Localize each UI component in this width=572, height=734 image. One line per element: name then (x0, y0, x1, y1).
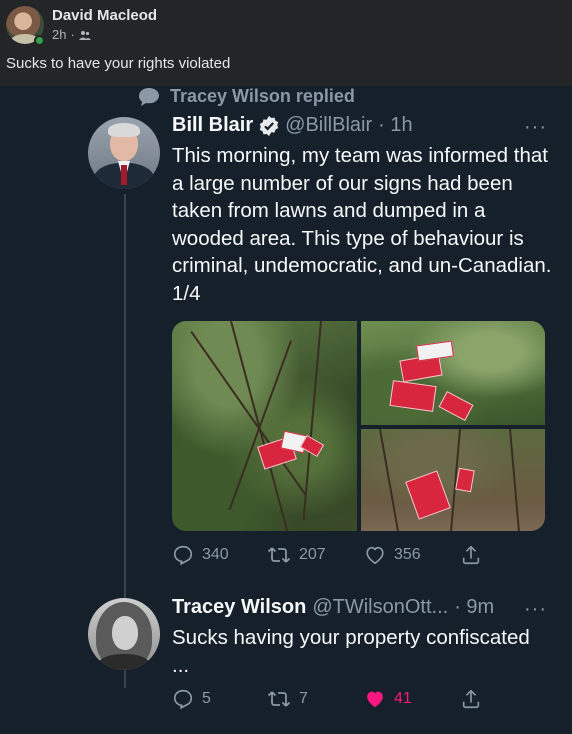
retweet-icon (267, 691, 291, 707)
reply-author-handle[interactable]: @TWilsonOtt... (312, 596, 448, 619)
online-status-dot (34, 35, 45, 46)
replied-label: Tracey Wilson replied (170, 86, 355, 106)
heart-filled-icon (367, 691, 383, 708)
like-button[interactable]: 356 (364, 544, 460, 566)
reply-reply-button[interactable]: 5 (172, 688, 267, 710)
reply-like-count: 41 (394, 690, 412, 707)
reply-share-button[interactable] (460, 688, 482, 710)
tweet-author-name[interactable]: Bill Blair (172, 114, 253, 137)
tweet-media-grid[interactable] (172, 321, 545, 531)
tweet-header: Bill Blair @BillBlair · 1h (172, 114, 413, 137)
verified-badge-icon (259, 115, 279, 136)
reply-more-options-icon[interactable]: ··· (524, 598, 547, 621)
tweet-actions: 340 207 356 (172, 544, 482, 566)
reply-author-name[interactable]: Tracey Wilson (172, 596, 306, 619)
reply-time[interactable]: · 9m (454, 596, 494, 619)
reply-count: 340 (202, 546, 229, 563)
more-options-icon[interactable]: ··· (524, 116, 547, 139)
post-text: Sucks to have your rights violated (6, 55, 231, 72)
retweet-button[interactable]: 207 (267, 544, 364, 566)
reply-icon (173, 545, 193, 566)
photo-signs-in-woods-2[interactable] (361, 321, 545, 425)
reply-icon (173, 689, 193, 710)
share-button[interactable] (460, 544, 482, 566)
share-icon (462, 545, 480, 565)
retweet-icon (267, 547, 291, 563)
tweet-time[interactable]: · 1h (378, 114, 412, 137)
heart-icon (366, 546, 384, 565)
speech-bubble-icon (138, 87, 160, 107)
friends-icon[interactable] (78, 30, 91, 40)
like-count: 356 (394, 546, 421, 563)
photo-signs-in-woods-3[interactable] (361, 428, 545, 531)
share-icon (462, 689, 480, 709)
meta-separator: · (70, 27, 75, 42)
reply-like-button[interactable]: 41 (364, 688, 460, 710)
author-name[interactable]: David Macleod (52, 7, 157, 24)
reply-retweet-button[interactable]: 7 (267, 688, 364, 710)
reply-reply-count: 5 (202, 690, 211, 707)
tracey-wilson-avatar[interactable] (88, 598, 160, 670)
facebook-post-header: David Macleod 2h · Sucks to have your ri… (0, 0, 572, 86)
reply-tweet-actions: 5 7 41 (172, 688, 482, 710)
reply-tweet-header: Tracey Wilson @TWilsonOtt... · 9m (172, 596, 494, 619)
tweet-author-handle[interactable]: @BillBlair (285, 114, 372, 137)
replied-context: Tracey Wilson replied (138, 86, 355, 107)
post-time[interactable]: 2h (52, 27, 66, 42)
photo-signs-in-woods-1[interactable] (172, 321, 357, 531)
post-meta: 2h · (52, 27, 91, 42)
tweet-body: This morning, my team was informed that … (172, 144, 552, 305)
reply-retweet-count: 7 (299, 690, 308, 707)
tweet-screenshot: Tracey Wilson replied Bill Blair @BillBl… (0, 86, 572, 734)
bill-blair-avatar[interactable] (88, 117, 160, 189)
retweet-count: 207 (299, 546, 326, 563)
reply-tweet-body: Sucks having your property confiscated .… (172, 626, 530, 677)
reply-button[interactable]: 340 (172, 544, 267, 566)
